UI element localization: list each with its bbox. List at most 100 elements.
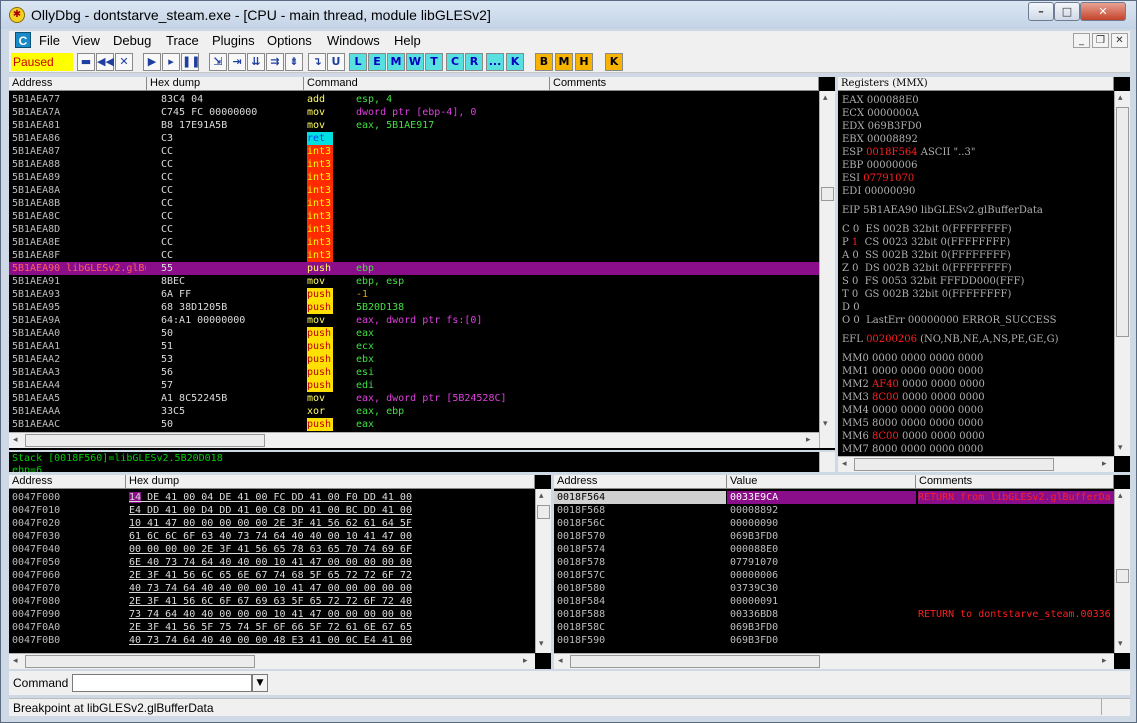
memory-window-button[interactable]: M	[387, 53, 405, 71]
register-line[interactable]: D 0	[842, 301, 860, 314]
disasm-row[interactable]: 5B1AEAA0 50 push eax	[9, 327, 819, 340]
cpu-icon[interactable]: C	[15, 32, 31, 48]
disasm-row[interactable]: 5B1AEA7A C745 FC 00000000 mov dword ptr [eb…	[9, 106, 819, 119]
register-line[interactable]: MM5 8000 0000 0000 0000	[842, 417, 983, 430]
menu-trace[interactable]: Trace	[166, 33, 199, 48]
register-line[interactable]: EBX 00008892	[842, 133, 918, 146]
disasm-row[interactable]: 5B1AEAA2 53 push ebx	[9, 353, 819, 366]
register-line[interactable]: EDI 00000090	[842, 185, 915, 198]
log-window-button[interactable]: L	[349, 53, 367, 71]
registers-v-scrollbar[interactable]: ▴ ▾	[1114, 91, 1130, 456]
close-button[interactable]: ✕	[1080, 2, 1126, 21]
registers-h-scrollbar[interactable]: ◂ ▸	[838, 456, 1114, 472]
disasm-row[interactable]: 5B1AEA77 83C4 04 add esp, 4	[9, 93, 819, 106]
disasm-header-hex[interactable]: Hex dump	[147, 77, 304, 91]
register-line[interactable]: MM7 8000 0000 0000 0000	[842, 443, 983, 456]
disasm-row[interactable]: 5B1AEAA1 51 push ecx	[9, 340, 819, 353]
open-icon[interactable]: ▬	[77, 53, 95, 71]
menu-file[interactable]: File	[39, 33, 60, 48]
disasm-header-comments[interactable]: Comments	[550, 77, 819, 91]
register-line[interactable]: C 0 ES 002B 32bit 0(FFFFFFFF)	[842, 223, 1012, 236]
dump-pane[interactable]: Address Hex dump 0047F000 14 DE 41 00 04 …	[9, 475, 551, 669]
close-program-icon[interactable]: ✕	[115, 53, 133, 71]
call-stack-button[interactable]: K	[506, 53, 524, 71]
restart-icon[interactable]: ◀◀	[96, 53, 114, 71]
menu-windows[interactable]: Windows	[327, 33, 380, 48]
dump-row[interactable]: 0047F020 10 41 47 00 00 00 00 00 2E 3F 41…	[9, 517, 535, 530]
disassembly-pane[interactable]: Address Hex dump Command Comments 5B1AEA…	[9, 77, 835, 450]
register-line[interactable]: EBP 00000006	[842, 159, 917, 172]
execute-till-return-icon[interactable]: ⇟	[285, 53, 303, 71]
dump-row[interactable]: 0047F060 2E 3F 41 56 6C 65 6E 67 74 68 5F…	[9, 569, 535, 582]
step-into-icon[interactable]: ⇲	[209, 53, 227, 71]
stack-row[interactable]: 0018F588 00336BD8 RETURN to dontstarve_ste…	[554, 608, 1114, 621]
user-code-icon[interactable]: U	[327, 53, 345, 71]
stack-row[interactable]: 0018F590 069B3FD0	[554, 634, 1114, 647]
stack-pane[interactable]: Address Value Comments 0018F564 0033E9CA R…	[554, 475, 1130, 669]
disasm-row[interactable]: 5B1AEA8E CC int3	[9, 236, 819, 249]
disasm-row[interactable]: 5B1AEAAA 33C5 xor eax, ebp	[9, 405, 819, 418]
disasm-row[interactable]: 5B1AEA81 B8 17E91A5B mov eax, 5B1AE917	[9, 119, 819, 132]
disasm-row[interactable]: 5B1AEA8D CC int3	[9, 223, 819, 236]
disasm-row[interactable]: 5B1AEA93 6A FF push -1	[9, 288, 819, 301]
disasm-row[interactable]: 5B1AEA95 68 38D1205B push 5B20D138	[9, 301, 819, 314]
register-line[interactable]: MM1 0000 0000 0000 0000	[842, 365, 983, 378]
run-icon[interactable]: ▶	[143, 53, 161, 71]
menu-help[interactable]: Help	[394, 33, 421, 48]
dump-row[interactable]: 0047F050 6E 40 73 74 64 40 40 00 10 41 47…	[9, 556, 535, 569]
dump-row[interactable]: 0047F000 14 DE 41 00 04 DE 41 00 FC DD 41…	[9, 491, 535, 504]
disasm-row[interactable]: 5B1AEA8F CC int3	[9, 249, 819, 262]
register-line[interactable]: ESI 07791070	[842, 172, 914, 185]
disasm-header-address[interactable]: Address	[9, 77, 147, 91]
registers-pane[interactable]: Registers (MMX) EAX 000088E0 ECX 0000000A…	[838, 77, 1130, 472]
dump-row[interactable]: 0047F010 E4 DD 41 00 D4 DD 41 00 C8 DD 41…	[9, 504, 535, 517]
stack-row[interactable]: 0018F56C 00000090	[554, 517, 1114, 530]
stack-row[interactable]: 0018F58C 069B3FD0	[554, 621, 1114, 634]
trace-over-icon[interactable]: ⇉	[266, 53, 284, 71]
disasm-row[interactable]: 5B1AEA88 CC int3	[9, 158, 819, 171]
command-input[interactable]	[72, 674, 252, 692]
execute-till-user-icon[interactable]: ↴	[308, 53, 326, 71]
dump-row[interactable]: 0047F080 2E 3F 41 56 6C 6F 67 69 63 5F 65…	[9, 595, 535, 608]
cpu-button[interactable]: C	[446, 53, 464, 71]
register-line[interactable]: A 0 SS 002B 32bit 0(FFFFFFFF)	[842, 249, 1011, 262]
disasm-header-command[interactable]: Command	[304, 77, 550, 91]
dump-row[interactable]: 0047F0A0 2E 3F 41 56 5F 75 74 5F 6F 66 5F…	[9, 621, 535, 634]
dump-row[interactable]: 0047F0B0 40 73 74 64 40 40 00 00 48 E3 41…	[9, 634, 535, 647]
register-line[interactable]: S 0 FS 0053 32bit FFFDD000(FFF)	[842, 275, 1024, 288]
breakpoints-button[interactable]: B	[535, 53, 553, 71]
register-line[interactable]: EIP 5B1AEA90 libGLESv2.glBufferData	[842, 204, 1043, 217]
disasm-row[interactable]: 5B1AEA8C CC int3	[9, 210, 819, 223]
minimize-button[interactable]: –	[1028, 2, 1054, 21]
run-thread-icon[interactable]: ▸	[162, 53, 180, 71]
stack-row[interactable]: 0018F584 00000091	[554, 595, 1114, 608]
disasm-row[interactable]: 5B1AEAA3 56 push esi	[9, 366, 819, 379]
register-line[interactable]: ESP 0018F564 ASCII "..3"	[842, 146, 975, 159]
memory-breakpoints-button[interactable]: M	[555, 53, 573, 71]
register-line[interactable]: T 0 GS 002B 32bit 0(FFFFFFFF)	[842, 288, 1011, 301]
stack-row[interactable]: 0018F578 07791070	[554, 556, 1114, 569]
maximize-button[interactable]: □	[1054, 2, 1080, 21]
register-line[interactable]: P 1 CS 0023 32bit 0(FFFFFFFF)	[842, 236, 1010, 249]
stack-row[interactable]: 0018F574 000088E0	[554, 543, 1114, 556]
dump-h-scrollbar[interactable]: ◂ ▸	[9, 653, 535, 669]
mdi-close-button[interactable]: ✕	[1111, 33, 1128, 48]
register-line[interactable]: ECX 0000000A	[842, 107, 919, 120]
register-line[interactable]: MM2 AF40 0000 0000 0000	[842, 378, 985, 391]
register-line[interactable]: EDX 069B3FD0	[842, 120, 922, 133]
stack-header-address[interactable]: Address	[554, 475, 727, 489]
disasm-row[interactable]: 5B1AEA87 CC int3	[9, 145, 819, 158]
register-line[interactable]: EAX 000088E0	[842, 94, 919, 107]
register-line[interactable]: MM6 8C00 0000 0000 0000	[842, 430, 985, 443]
disasm-row[interactable]: 5B1AEAAC 50 push eax	[9, 418, 819, 431]
stack-row[interactable]: 0018F564 0033E9CA RETURN from libGLESv2.gl…	[554, 491, 1114, 504]
disasm-row[interactable]: 5B1AEA8A CC int3	[9, 184, 819, 197]
dump-v-scrollbar[interactable]: ▴ ▾	[535, 489, 551, 653]
disasm-row[interactable]: 5B1AEA8B CC int3	[9, 197, 819, 210]
references-button[interactable]: R	[465, 53, 483, 71]
dump-row[interactable]: 0047F030 61 6C 6C 6F 63 40 73 74 64 40 40…	[9, 530, 535, 543]
disasm-row[interactable]: 5B1AEA9A 64:A1 00000000 mov eax, dword ptr …	[9, 314, 819, 327]
dump-row[interactable]: 0047F040 00 00 00 00 2E 3F 41 56 65 78 63…	[9, 543, 535, 556]
info-v-scrollbar[interactable]	[819, 452, 835, 472]
k-button[interactable]: K	[605, 53, 623, 71]
